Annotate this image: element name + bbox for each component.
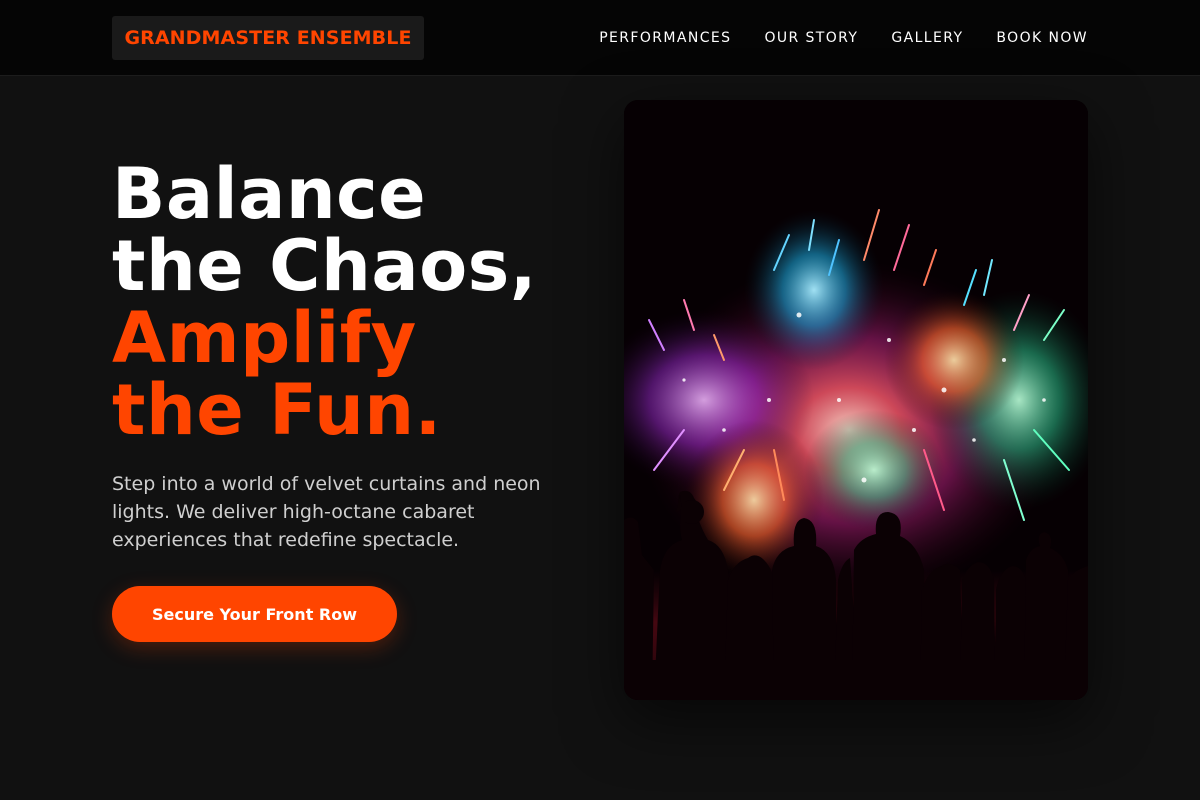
headline-line-2: the Chaos, (112, 225, 537, 307)
nav-link-performances[interactable]: PERFORMANCES (599, 30, 731, 46)
secure-front-row-button[interactable]: Secure Your Front Row (112, 586, 397, 642)
headline-line-3-accent: Amplify (112, 297, 417, 379)
nav-link-our-story[interactable]: OUR STORY (764, 30, 858, 46)
headline-line-1: Balance (112, 153, 427, 235)
nav-link-gallery[interactable]: GALLERY (891, 30, 963, 46)
nav-link-book-now[interactable]: BOOK NOW (996, 30, 1088, 46)
fireworks-crowd-photo (624, 100, 1088, 700)
top-navigation-bar: GRANDMASTER ENSEMBLE PERFORMANCES OUR ST… (0, 0, 1200, 76)
headline-line-4-accent: the Fun. (112, 369, 442, 451)
hero-headline: Balance the Chaos, Amplify the Fun. (112, 158, 592, 446)
main-nav: PERFORMANCES OUR STORY GALLERY BOOK NOW (599, 0, 1088, 76)
hero-description: Step into a world of velvet curtains and… (112, 473, 541, 551)
brand-logo[interactable]: GRANDMASTER ENSEMBLE (112, 16, 424, 60)
